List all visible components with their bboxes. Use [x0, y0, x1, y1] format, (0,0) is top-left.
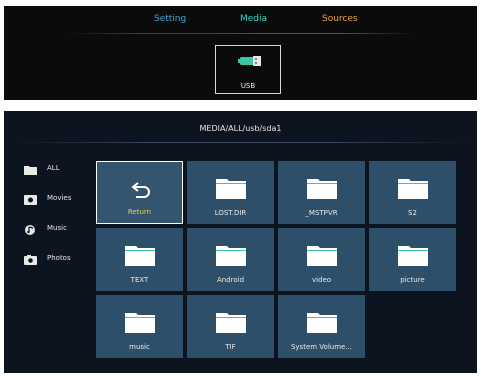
folder-tile[interactable]: System Volume...	[278, 295, 365, 358]
sidebar-item-label: Photos	[47, 254, 71, 262]
tile-label: music	[129, 343, 150, 351]
tile-label: LOST.DIR	[214, 209, 247, 217]
folder-icon	[307, 179, 337, 199]
tile-label: Android	[216, 276, 245, 284]
media-browser-panel: MEDIA/ALL/usb/sda1 ALL Movies Music Phot…	[4, 111, 477, 373]
folder-tile[interactable]: LOST.DIR	[187, 161, 274, 224]
folder-tile[interactable]: S2	[369, 161, 456, 224]
photo-icon	[24, 255, 37, 265]
sidebar-item-all[interactable]: ALL	[24, 163, 94, 179]
tabs-divider	[66, 33, 415, 34]
folder-tile[interactable]: Android	[187, 228, 274, 291]
folder-icon	[125, 246, 155, 266]
usb-drive-icon	[238, 56, 261, 66]
folder-tile[interactable]: video	[278, 228, 365, 291]
return-icon	[131, 182, 150, 198]
tile-label: _MSTPVR	[305, 209, 338, 217]
usb-source-label: USB	[240, 82, 256, 90]
source-selector-panel: Setting Media Sources USB	[4, 6, 477, 100]
tab-sources[interactable]: Sources	[322, 14, 358, 24]
tile-label: Return	[127, 208, 152, 216]
tile-label: S2	[408, 209, 417, 217]
sidebar-item-label: Movies	[47, 194, 72, 202]
folder-tile[interactable]: picture	[369, 228, 456, 291]
sidebar-item-movies[interactable]: Movies	[24, 193, 94, 209]
folder-icon	[398, 246, 428, 266]
return-tile[interactable]: Return	[96, 161, 183, 224]
tile-label: TEXT	[130, 276, 149, 284]
folder-tile[interactable]: _MSTPVR	[278, 161, 365, 224]
sidebar-item-music[interactable]: Music	[24, 223, 94, 239]
sidebar-item-label: ALL	[47, 164, 60, 172]
folder-icon	[307, 246, 337, 266]
folder-icon	[125, 313, 155, 333]
folder-tile[interactable]: TEXT	[96, 228, 183, 291]
folder-tile[interactable]: music	[96, 295, 183, 358]
current-path: MEDIA/ALL/usb/sda1	[199, 124, 282, 133]
tile-label: video	[311, 276, 332, 284]
movie-icon	[24, 195, 37, 205]
folder-icon	[307, 313, 337, 333]
folder-icon	[216, 179, 246, 199]
folder-icon	[398, 179, 428, 199]
music-icon	[25, 225, 35, 235]
top-tabs: Setting Media Sources	[4, 14, 477, 30]
usb-source-tile[interactable]: USB	[215, 45, 281, 94]
folder-tile[interactable]: TIF	[187, 295, 274, 358]
folder-icon	[216, 246, 246, 266]
tile-label: System Volume...	[290, 343, 353, 351]
folder-icon	[24, 166, 37, 175]
sidebar-item-photos[interactable]: Photos	[24, 253, 94, 269]
tile-label: picture	[400, 276, 425, 284]
path-divider	[14, 142, 467, 143]
tab-setting[interactable]: Setting	[154, 14, 186, 24]
tab-media[interactable]: Media	[240, 14, 267, 24]
sidebar-item-label: Music	[47, 224, 67, 232]
folder-icon	[216, 313, 246, 333]
tile-label: TIF	[225, 343, 236, 351]
